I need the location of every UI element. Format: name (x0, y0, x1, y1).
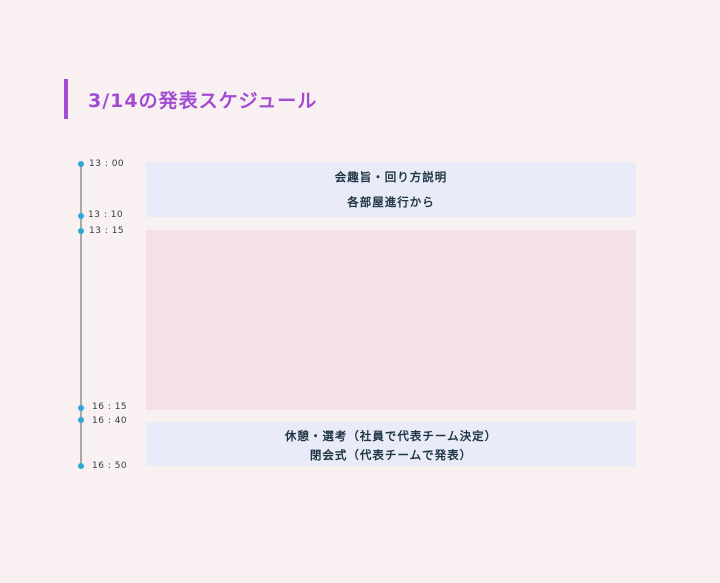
time-label: 16 : 40 (92, 416, 128, 426)
timeline-dot (78, 405, 84, 411)
time-label: 16 : 15 (92, 402, 128, 412)
block-line: 閉会式（代表チームで発表） (309, 448, 473, 462)
timeline-dot (78, 228, 84, 234)
time-label: 13 : 15 (89, 226, 125, 236)
title-accent-bar (64, 79, 68, 119)
block-line: 会趣旨・回り方説明 (334, 170, 448, 184)
timeline-dot (78, 463, 84, 469)
timeline-dot (78, 161, 84, 167)
page-title: 3/14の発表スケジュール (88, 90, 318, 112)
block-line: 休憩・選考（社員で代表チーム決定） (284, 429, 498, 443)
schedule-block-closing: 休憩・選考（社員で代表チーム決定） 閉会式（代表チームで発表） (146, 422, 636, 466)
time-label: 13 : 10 (88, 210, 124, 220)
schedule-block-opening: 会趣旨・回り方説明 各部屋進行から (146, 162, 636, 217)
time-label: 16 : 50 (92, 461, 128, 471)
time-label: 13 : 00 (89, 159, 125, 169)
schedule-block-session (146, 230, 636, 410)
timeline-dot (78, 213, 84, 219)
timeline-dot (78, 417, 84, 423)
block-line: 各部屋進行から (347, 195, 435, 209)
